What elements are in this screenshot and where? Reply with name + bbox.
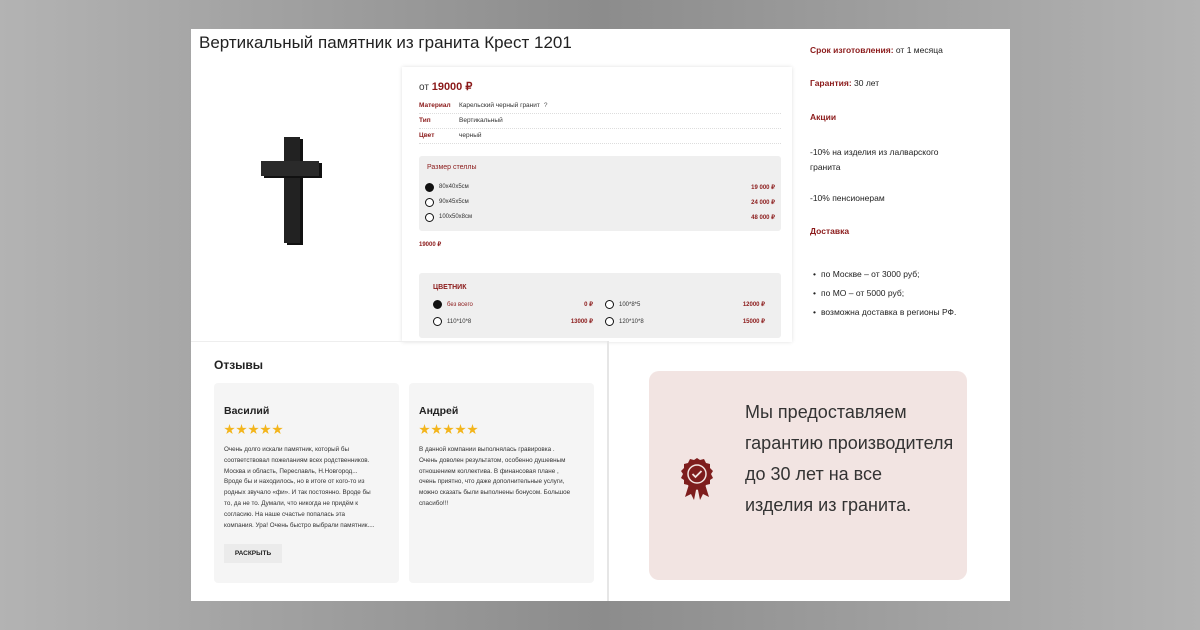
stele-size-selector: Размер стеллы 80x40x5см 19 000 ₽ 90x45x5… <box>419 156 781 231</box>
radio-icon[interactable] <box>605 317 614 326</box>
lead-time: Срок изготовления: от 1 месяца <box>810 45 943 55</box>
flower-price: 13000 ₽ <box>570 319 593 325</box>
promo-heading: Акции <box>810 112 837 122</box>
size-option[interactable]: 80x40x5см 19 000 ₽ <box>425 180 775 194</box>
guarantee-text: Мы предоставляем гарантию производителя … <box>745 402 954 515</box>
rating-stars <box>224 424 283 435</box>
page-title: Вертикальный памятник из гранита Крест 1… <box>199 33 572 52</box>
warranty-value: 30 лет <box>851 78 880 88</box>
award-badge-icon <box>681 458 713 500</box>
price-value: 19000 ₽ <box>431 81 473 93</box>
review-text: Очень долго искали памятник, который бы … <box>224 446 375 529</box>
product-card: от 19000 ₽ Материал Карельский черный гр… <box>402 67 792 342</box>
radio-selected-icon[interactable] <box>425 182 434 192</box>
star-icon <box>224 424 235 435</box>
property-key: Тип <box>419 117 431 124</box>
flower-label: 100*8*5 <box>619 301 641 308</box>
price-prefix: от <box>419 82 429 93</box>
star-icon <box>467 424 478 435</box>
property-row: Цвет черный <box>419 129 781 144</box>
property-value: Вертикальный <box>459 117 503 124</box>
radio-icon[interactable] <box>425 212 434 222</box>
flower-price: 0 ₽ <box>584 302 593 308</box>
price: от 19000 ₽ <box>419 80 472 93</box>
promo-item: -10% пенсионерам <box>810 193 885 203</box>
size-price: 48 000 ₽ <box>751 214 775 221</box>
flower-price: 12000 ₽ <box>742 302 765 308</box>
flower-label: 110*10*8 <box>447 318 472 325</box>
property-row: Материал Карельский черный гранит ? <box>419 99 781 114</box>
lead-time-value: от 1 месяца <box>893 45 943 55</box>
flower-option[interactable]: без всего 0 ₽ <box>433 298 593 311</box>
radio-icon[interactable] <box>605 300 614 309</box>
section-divider <box>607 341 609 601</box>
flower-option[interactable]: 100*8*5 12000 ₽ <box>605 298 765 311</box>
property-key: Цвет <box>419 132 435 139</box>
delivery-heading: Доставка <box>810 226 850 236</box>
size-title: Размер стеллы <box>427 164 477 171</box>
flower-bed-selector: ЦВЕТНИК без всего 0 ₽ 100*8*5 12000 ₽ 11… <box>419 273 781 338</box>
lead-time-label: Срок изготовления: <box>810 45 894 55</box>
star-icon <box>431 424 442 435</box>
section-divider <box>191 341 607 342</box>
flower-label: без всего <box>447 301 473 308</box>
star-icon <box>443 424 454 435</box>
page-canvas: Вертикальный памятник из гранита Крест 1… <box>191 29 1010 601</box>
promo-item: -10% на изделия из лалварского гранита <box>810 147 939 172</box>
warranty-label: Гарантия: <box>810 78 852 88</box>
size-label: 80x40x5см <box>439 184 469 190</box>
subtotal: 19000 ₽ <box>419 242 442 248</box>
star-icon <box>272 424 283 435</box>
review-card: Василий Очень долго искали памятник, кот… <box>214 383 399 583</box>
star-icon <box>260 424 271 435</box>
radio-icon[interactable] <box>433 317 442 326</box>
reviewer-name: Андрей <box>419 405 459 417</box>
star-icon <box>236 424 247 435</box>
delivery-item: возможна доставка в регионы РФ. <box>813 306 963 318</box>
size-label: 90x45x5см <box>439 199 469 205</box>
flower-option[interactable]: 110*10*8 13000 ₽ <box>433 315 593 328</box>
expand-button[interactable]: РАСКРЫТЬ <box>224 544 282 563</box>
reviews-heading: Отзывы <box>214 358 264 372</box>
star-icon <box>455 424 466 435</box>
property-value: черный <box>459 132 482 139</box>
product-properties: Материал Карельский черный гранит ? Тип … <box>419 99 781 144</box>
flower-option[interactable]: 120*10*8 15000 ₽ <box>605 315 765 328</box>
warranty: Гарантия: 30 лет <box>810 78 879 88</box>
size-label: 100x50x8см <box>439 214 473 220</box>
flower-title: ЦВЕТНИК <box>433 284 467 291</box>
star-icon <box>419 424 430 435</box>
cross-horizontal-bar <box>261 161 319 176</box>
help-icon[interactable]: ? <box>544 99 548 113</box>
star-icon <box>248 424 259 435</box>
reviewer-name: Василий <box>224 405 270 417</box>
size-option[interactable]: 100x50x8см 48 000 ₽ <box>425 210 775 224</box>
size-price: 24 000 ₽ <box>751 199 775 206</box>
property-key: Материал <box>419 102 451 109</box>
flower-label: 120*10*8 <box>619 318 644 325</box>
property-value: Карельский черный гранит <box>459 102 540 109</box>
radio-selected-icon[interactable] <box>433 300 442 309</box>
review-card: Андрей В данной компании выполнялась гра… <box>409 383 594 583</box>
rating-stars <box>419 424 478 435</box>
size-option[interactable]: 90x45x5см 24 000 ₽ <box>425 195 775 209</box>
guarantee-banner: Мы предоставляем гарантию производителя … <box>649 371 967 580</box>
radio-icon[interactable] <box>425 197 434 207</box>
review-text: В данной компании выполнялась гравировка… <box>419 446 571 507</box>
cross-vertical-bar <box>284 137 300 243</box>
cross-monument-image[interactable] <box>261 137 326 249</box>
delivery-item: по Москве – от 3000 руб; <box>813 268 993 280</box>
property-row: Тип Вертикальный <box>419 114 781 129</box>
flower-price: 15000 ₽ <box>742 319 765 325</box>
size-price: 19 000 ₽ <box>751 184 775 191</box>
delivery-item: по МО – от 5000 руб; <box>813 287 993 299</box>
